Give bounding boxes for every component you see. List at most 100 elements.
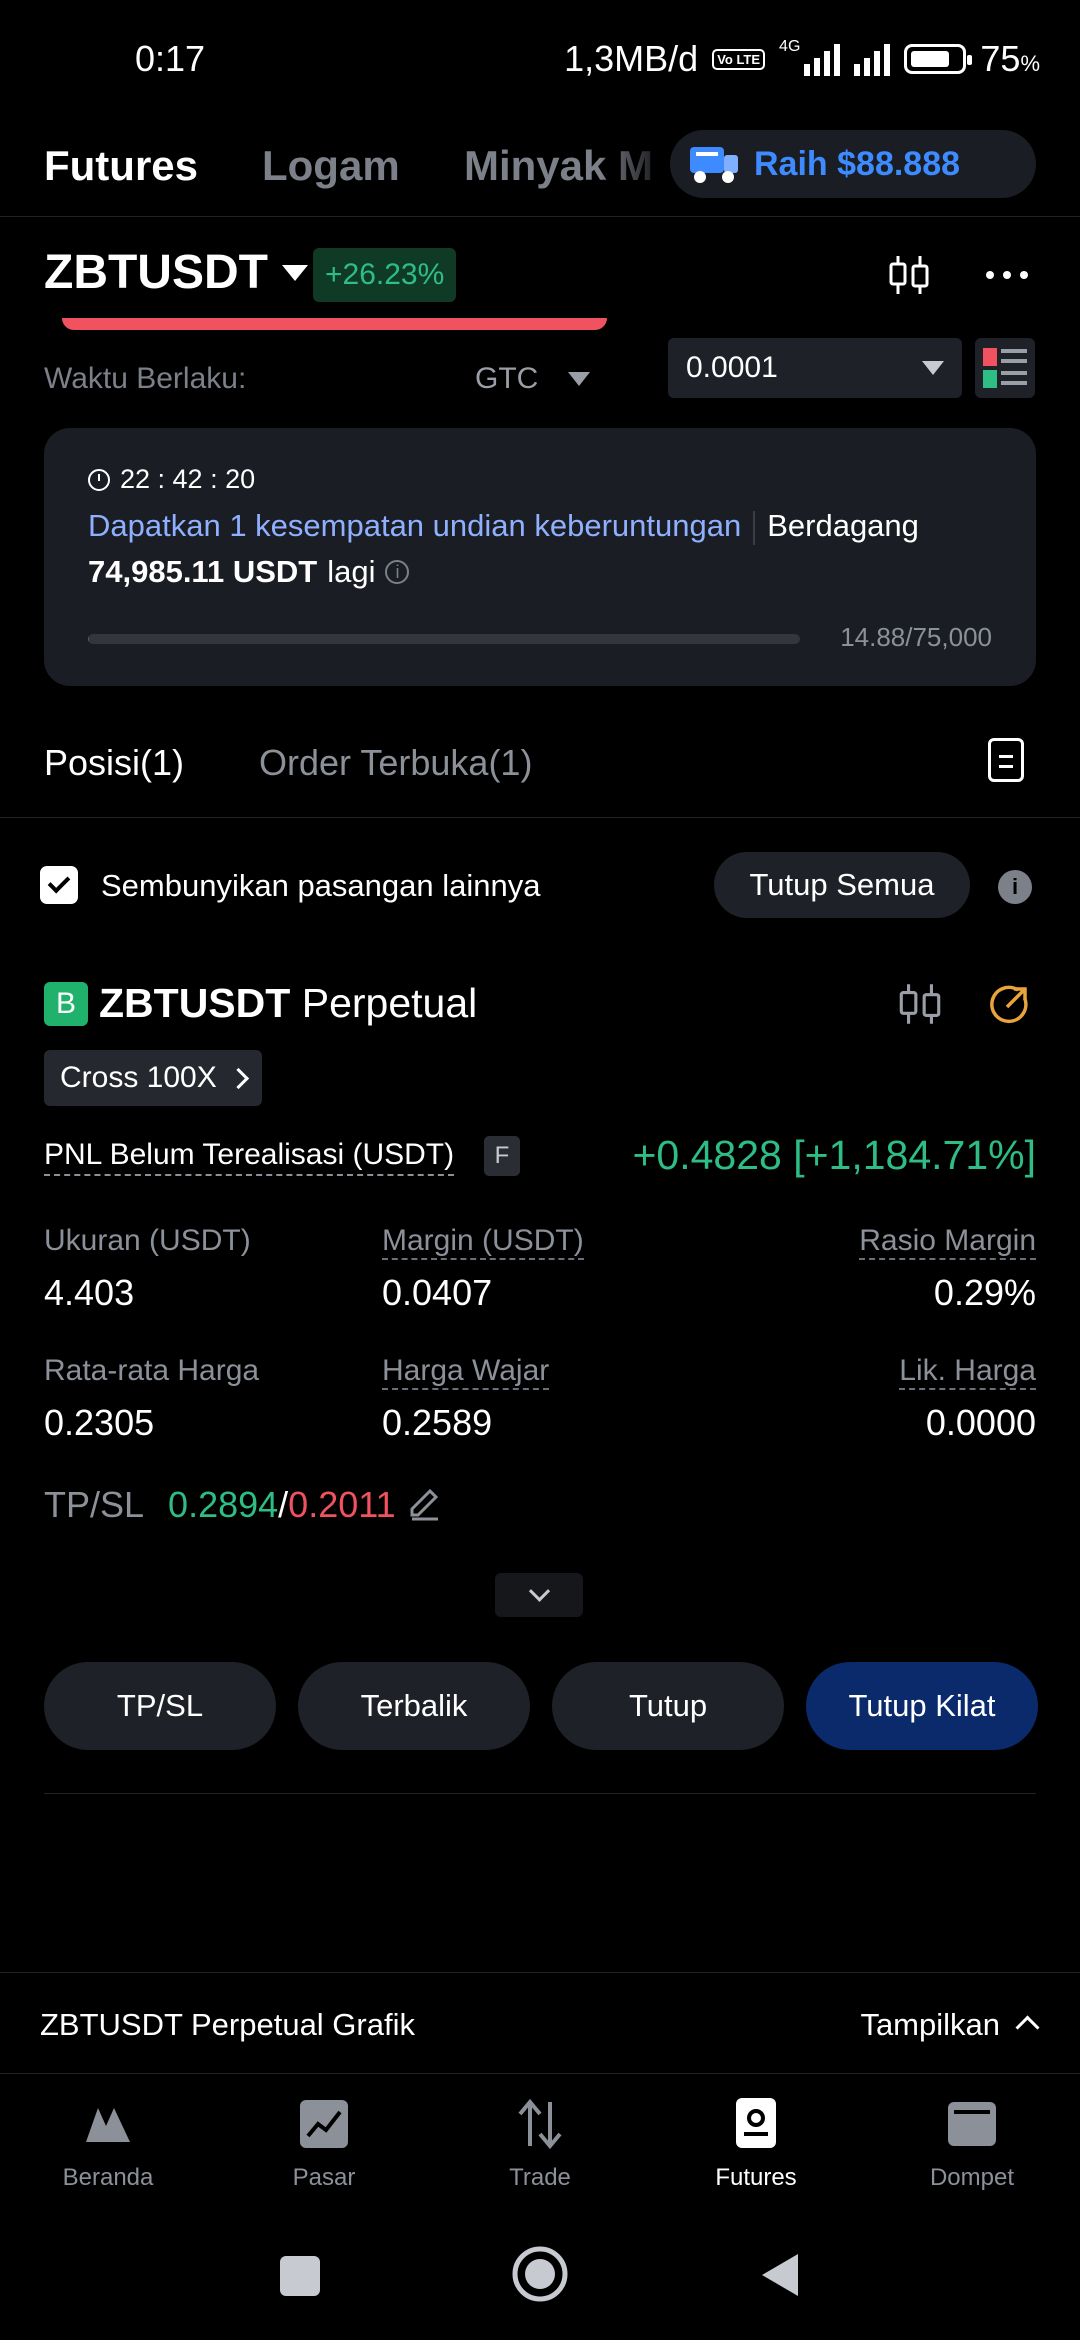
share-icon[interactable] bbox=[988, 984, 1030, 1026]
recents-icon[interactable] bbox=[278, 2254, 322, 2298]
pair-symbol: ZBTUSDT bbox=[44, 246, 268, 299]
size-label: Ukuran (USDT) bbox=[44, 1224, 251, 1257]
chevron-down-icon bbox=[281, 264, 308, 281]
liq-price-label[interactable]: Lik. Harga bbox=[899, 1354, 1036, 1390]
lucky-draw-card: 22 : 42 : 20 Dapatkan 1 kesempatan undia… bbox=[44, 428, 1036, 686]
chevron-down-icon bbox=[528, 1580, 550, 1602]
edit-icon[interactable] bbox=[404, 1485, 444, 1525]
expand-button[interactable] bbox=[495, 1573, 583, 1617]
chevron-down-icon bbox=[922, 361, 944, 375]
hide-other-pairs-checkbox[interactable] bbox=[40, 866, 78, 904]
bottom-nav: Beranda Pasar Trade Futures Dompet bbox=[0, 2072, 1080, 2222]
precision-select[interactable]: 0.0001 bbox=[668, 338, 962, 398]
tpsl-slash: / bbox=[278, 1484, 289, 1525]
tab-futures[interactable]: Futures bbox=[44, 142, 198, 190]
history-doc-icon[interactable] bbox=[988, 738, 1024, 782]
avg-price-label: Rata-rata Harga bbox=[44, 1354, 260, 1387]
countdown-value: 22 : 42 : 20 bbox=[120, 464, 256, 494]
flash-close-button[interactable]: Tutup Kilat bbox=[806, 1662, 1038, 1750]
liq-price-value: 0.0000 bbox=[925, 1402, 1036, 1443]
nav-label: Dompet bbox=[929, 2164, 1015, 2191]
promo-label: Raih $88.888 bbox=[754, 144, 961, 183]
volte-icon: Vo LTE bbox=[712, 48, 766, 70]
margin-ratio-value: 0.29% bbox=[933, 1272, 1036, 1313]
chevron-up-icon bbox=[1015, 2015, 1040, 2040]
promo-progress-bar bbox=[88, 634, 800, 644]
info-icon[interactable]: i bbox=[385, 560, 410, 584]
show-chart-button[interactable]: Tampilkan bbox=[860, 2007, 1000, 2043]
nav-trade[interactable]: Trade bbox=[432, 2072, 648, 2222]
time-in-force-select[interactable]: GTC bbox=[475, 362, 591, 396]
battery-percent: 75 bbox=[980, 38, 1021, 79]
promo-line-2: 74,985.11 USDT lagi i bbox=[88, 554, 410, 590]
card-divider bbox=[44, 1793, 1036, 1794]
candlestick-icon[interactable] bbox=[894, 978, 946, 1030]
size-value: 4.403 bbox=[44, 1272, 135, 1313]
reverse-button[interactable]: Terbalik bbox=[298, 1662, 530, 1750]
battery-icon bbox=[904, 44, 973, 74]
fee-badge[interactable]: F bbox=[484, 1136, 520, 1176]
candlestick-icon[interactable] bbox=[884, 250, 934, 300]
nav-pasar[interactable]: Pasar bbox=[216, 2072, 432, 2222]
fair-price-value: 0.2589 bbox=[382, 1402, 493, 1443]
promo-pill[interactable]: Raih $88.888 bbox=[670, 130, 1036, 198]
pair-selector[interactable]: ZBTUSDT bbox=[44, 245, 308, 300]
top-tabs: Futures Logam Minyak M Raih $88.888 bbox=[0, 130, 1080, 214]
tab-positions[interactable]: Posisi(1) bbox=[44, 742, 184, 784]
battery-unit: % bbox=[1020, 51, 1040, 76]
hide-other-pairs-label: Sembunyikan pasangan lainnya bbox=[101, 868, 541, 903]
price-indicator-bar bbox=[62, 318, 607, 330]
chart-toggle-bar[interactable]: ZBTUSDT Perpetual Grafik Tampilkan bbox=[0, 1972, 1080, 2074]
home-circle-icon[interactable] bbox=[510, 2244, 570, 2304]
margin-ratio-label[interactable]: Rasio Margin bbox=[859, 1224, 1036, 1260]
nav-beranda[interactable]: Beranda bbox=[0, 2072, 216, 2222]
orderbook-layout-button[interactable] bbox=[975, 338, 1035, 398]
avg-price-value: 0.2305 bbox=[44, 1402, 155, 1443]
nav-dompet[interactable]: Dompet bbox=[864, 2072, 1080, 2222]
tab-open-orders[interactable]: Order Terbuka(1) bbox=[259, 742, 532, 784]
promo-text-b: lagi bbox=[327, 554, 376, 589]
time-in-force-label: Waktu Berlaku: bbox=[44, 362, 247, 395]
market-chart-icon bbox=[300, 2100, 348, 2148]
tpsl-label: TP/SL bbox=[44, 1484, 145, 1525]
promo-progress-fill bbox=[88, 634, 90, 644]
clock-icon bbox=[88, 468, 110, 491]
fair-price-label[interactable]: Harga Wajar bbox=[382, 1354, 550, 1390]
tpsl-button[interactable]: TP/SL bbox=[44, 1662, 276, 1750]
status-bar: 0:17 1,3MB/d Vo LTE 4G 75% bbox=[0, 0, 1080, 120]
margin-label[interactable]: Margin (USDT) bbox=[382, 1224, 584, 1260]
truck-icon bbox=[690, 147, 738, 183]
trade-arrows-icon bbox=[518, 2098, 562, 2150]
tab-logam[interactable]: Logam bbox=[262, 142, 400, 190]
margin-value: 0.0407 bbox=[382, 1272, 493, 1313]
pnl-label[interactable]: PNL Belum Terealisasi (USDT) bbox=[44, 1138, 455, 1176]
nav-label: Pasar bbox=[292, 2164, 356, 2191]
signal-icon bbox=[804, 42, 841, 76]
leverage-button[interactable]: Cross 100X bbox=[44, 1050, 262, 1106]
sl-value: 0.2011 bbox=[288, 1484, 396, 1525]
close-all-button[interactable]: Tutup Semua bbox=[714, 852, 970, 918]
signal-2-icon bbox=[854, 42, 891, 76]
chevron-down-icon bbox=[568, 372, 591, 386]
chart-bar-label: ZBTUSDT Perpetual Grafik bbox=[40, 2007, 415, 2042]
tabs-divider bbox=[0, 817, 1080, 818]
nav-label: Trade bbox=[509, 2164, 571, 2191]
net-4g-label: 4G bbox=[779, 38, 801, 55]
info-icon[interactable]: i bbox=[998, 870, 1032, 904]
more-icon[interactable] bbox=[984, 262, 1030, 288]
net-speed: 1,3MB/d bbox=[564, 38, 699, 79]
back-icon[interactable] bbox=[756, 2250, 802, 2300]
tab-fade bbox=[600, 130, 672, 210]
time-in-force-value: GTC bbox=[475, 362, 539, 395]
nav-futures[interactable]: Futures bbox=[648, 2072, 864, 2222]
tp-value: 0.2894 bbox=[168, 1484, 279, 1525]
lucky-draw-link[interactable]: Dapatkan 1 kesempatan undian keberuntung… bbox=[88, 508, 741, 543]
status-time: 0:17 bbox=[135, 38, 206, 79]
futures-doc-icon bbox=[736, 2098, 776, 2148]
orderbook-layout-icon bbox=[983, 348, 1027, 388]
nav-label: Beranda bbox=[62, 2164, 154, 2191]
system-nav-bar bbox=[0, 2222, 1080, 2340]
home-icon bbox=[86, 2108, 130, 2142]
status-right: 1,3MB/d Vo LTE 4G 75% bbox=[564, 38, 1040, 80]
close-button[interactable]: Tutup bbox=[552, 1662, 784, 1750]
